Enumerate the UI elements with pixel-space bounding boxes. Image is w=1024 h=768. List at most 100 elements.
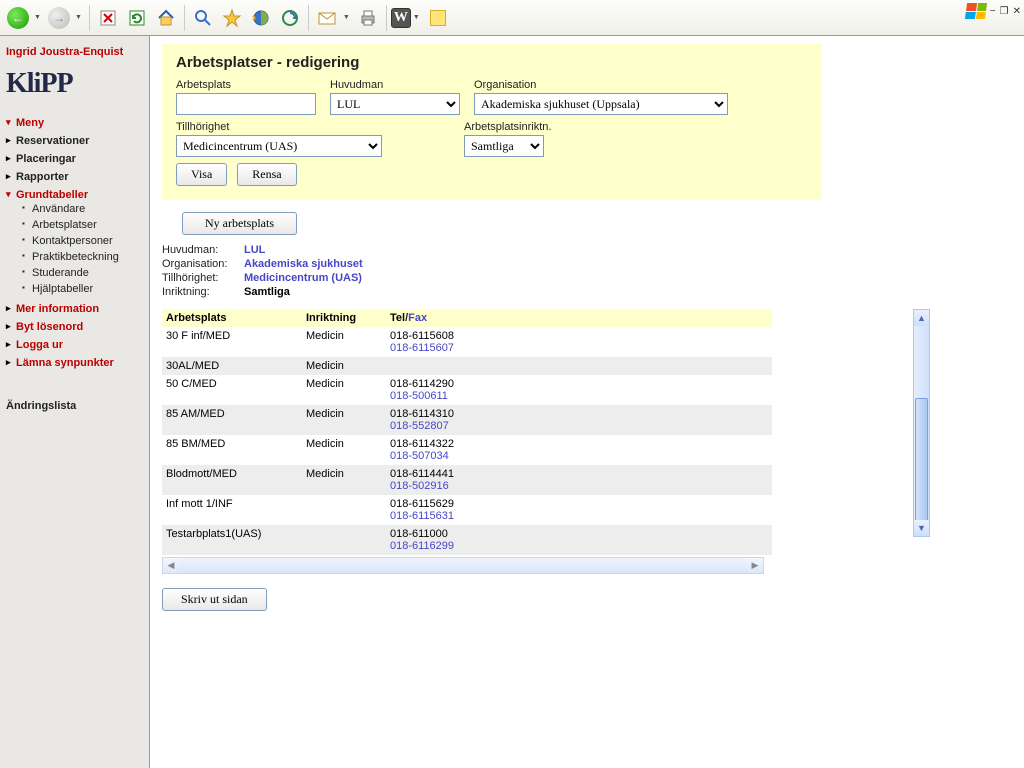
table-row[interactable]: Blodmott/MEDMedicin018-6114441018-502916 bbox=[162, 465, 772, 495]
info-organisation-val: Akademiska sjukhuset bbox=[244, 258, 363, 270]
cell-arbetsplats: Inf mott 1/INF bbox=[162, 495, 302, 525]
edit-panel: Arbetsplatser - redigering Arbetsplats H… bbox=[162, 44, 822, 200]
table-row[interactable]: Inf mott 1/INF018-6115629018-6115631 bbox=[162, 495, 772, 525]
nav-rapporter[interactable]: Rapporter bbox=[6, 168, 143, 186]
cell-inriktning: Medicin bbox=[302, 465, 386, 495]
arbetsplats-label: Arbetsplats bbox=[176, 79, 316, 91]
nav-hjalptabeller[interactable]: Hjälptabeller bbox=[22, 281, 143, 297]
fax-link[interactable]: 018-6115631 bbox=[390, 510, 466, 522]
scroll-left-icon[interactable]: ◀ bbox=[163, 558, 179, 573]
fax-link[interactable]: 018-500611 bbox=[390, 390, 466, 402]
nav-lamna-synpunkter[interactable]: Lämna synpunkter bbox=[6, 354, 143, 372]
rensa-button[interactable]: Rensa bbox=[237, 163, 296, 186]
horizontal-scrollbar[interactable]: ◀ ▶ bbox=[162, 557, 764, 574]
col-arbetsplats: Arbetsplats bbox=[162, 309, 302, 327]
nav-mer-information[interactable]: Mer information bbox=[6, 300, 143, 318]
print-button[interactable] bbox=[354, 4, 382, 32]
nav-byt-losenord[interactable]: Byt lösenord bbox=[6, 318, 143, 336]
scroll-right-icon[interactable]: ▶ bbox=[747, 558, 763, 573]
current-user: Ingrid Joustra-Enquist bbox=[6, 46, 143, 58]
arbetsplats-table: Arbetsplats Inriktning Tel/Fax 30 F inf/… bbox=[162, 309, 772, 574]
cell-arbetsplats: 30 F inf/MED bbox=[162, 327, 302, 357]
back-button[interactable]: ← bbox=[4, 4, 32, 32]
nav-arbetsplatser[interactable]: Arbetsplatser bbox=[22, 217, 143, 233]
nav-reservationer[interactable]: Reservationer bbox=[6, 132, 143, 150]
history-button[interactable] bbox=[247, 4, 275, 32]
fax-link[interactable]: 018-6116299 bbox=[390, 540, 466, 552]
minimize-button[interactable]: − bbox=[990, 6, 996, 17]
restore-button[interactable]: ❐ bbox=[1000, 6, 1009, 17]
mail-dropdown-icon[interactable]: ▼ bbox=[343, 14, 350, 21]
visa-button[interactable]: Visa bbox=[176, 163, 227, 186]
info-organisation-lbl: Organisation: bbox=[162, 258, 244, 270]
table-row[interactable]: 30 F inf/MEDMedicin018-6115608018-611560… bbox=[162, 327, 772, 357]
organisation-select[interactable]: Akademiska sjukhuset (Uppsala) bbox=[474, 93, 728, 115]
forward-button[interactable]: → bbox=[45, 4, 73, 32]
close-button[interactable]: ✕ bbox=[1013, 6, 1021, 17]
scroll-thumb[interactable] bbox=[915, 398, 928, 526]
forward-dropdown-icon[interactable]: ▼ bbox=[75, 14, 82, 21]
nav-placeringar[interactable]: Placeringar bbox=[6, 150, 143, 168]
word-button[interactable]: W bbox=[391, 8, 411, 28]
favorites-button[interactable] bbox=[218, 4, 246, 32]
fax-link[interactable]: 018-552807 bbox=[390, 420, 466, 432]
note-button[interactable] bbox=[424, 4, 452, 32]
mail-button[interactable] bbox=[313, 4, 341, 32]
info-tillhorighet-lbl: Tillhörighet: bbox=[162, 272, 244, 284]
nav-kontaktpersoner[interactable]: Kontaktpersoner bbox=[22, 233, 143, 249]
cell-inriktning: Medicin bbox=[302, 327, 386, 357]
home-button[interactable] bbox=[152, 4, 180, 32]
table-row[interactable]: 30AL/MEDMedicin bbox=[162, 357, 772, 375]
word-dropdown-icon[interactable]: ▼ bbox=[413, 14, 420, 21]
table-row[interactable]: 50 C/MEDMedicin018-6114290018-500611 bbox=[162, 375, 772, 405]
info-huvudman-lbl: Huvudman: bbox=[162, 244, 244, 256]
inriktn-select[interactable]: Samtliga bbox=[464, 135, 544, 157]
scroll-down-icon[interactable]: ▼ bbox=[914, 520, 929, 536]
fax-link[interactable]: 018-502916 bbox=[390, 480, 466, 492]
separator-icon bbox=[184, 5, 185, 31]
changelog-link[interactable]: Ändringslista bbox=[6, 400, 143, 412]
refresh-button[interactable] bbox=[123, 4, 151, 32]
nav-studerande[interactable]: Studerande bbox=[22, 265, 143, 281]
cell-inriktning: Medicin bbox=[302, 357, 386, 375]
ny-arbetsplats-button[interactable]: Ny arbetsplats bbox=[182, 212, 297, 235]
cell-inriktning bbox=[302, 525, 386, 555]
nav-logga-ur[interactable]: Logga ur bbox=[6, 336, 143, 354]
cell-inriktning: Medicin bbox=[302, 435, 386, 465]
window-controls: − ❐ ✕ bbox=[966, 3, 1021, 19]
arbetsplats-input[interactable] bbox=[176, 93, 316, 115]
nav-praktikbeteckning[interactable]: Praktikbeteckning bbox=[22, 249, 143, 265]
fax-link[interactable]: 018-507034 bbox=[390, 450, 466, 462]
tillhorighet-label: Tillhörighet bbox=[176, 121, 382, 133]
cell-tel-fax: 018-611000018-6116299 bbox=[386, 525, 470, 555]
nav-meny[interactable]: Meny bbox=[6, 114, 143, 132]
nav-menu: Meny Reservationer Placeringar Rapporter… bbox=[6, 114, 143, 372]
page-title: Arbetsplatser - redigering bbox=[176, 54, 808, 71]
stop-button[interactable] bbox=[94, 4, 122, 32]
cell-arbetsplats: 50 C/MED bbox=[162, 375, 302, 405]
cell-tel-fax bbox=[386, 357, 470, 375]
sync-button[interactable] bbox=[276, 4, 304, 32]
table-row[interactable]: Testarbplats1(UAS)018-611000018-6116299 bbox=[162, 525, 772, 555]
info-huvudman-val: LUL bbox=[244, 244, 265, 256]
vertical-scrollbar[interactable]: ▲ ▼ bbox=[913, 309, 930, 537]
huvudman-label: Huvudman bbox=[330, 79, 460, 91]
fax-header-link[interactable]: Fax bbox=[408, 312, 427, 324]
organisation-label: Organisation bbox=[474, 79, 728, 91]
fax-link[interactable]: 018-6115607 bbox=[390, 342, 466, 354]
cell-tel-fax: 018-6114441018-502916 bbox=[386, 465, 470, 495]
search-button[interactable] bbox=[189, 4, 217, 32]
huvudman-select[interactable]: LUL bbox=[330, 93, 460, 115]
separator-icon bbox=[308, 5, 309, 31]
tillhorighet-select[interactable]: Medicincentrum (UAS) bbox=[176, 135, 382, 157]
table-row[interactable]: 85 AM/MEDMedicin018-6114310018-552807 bbox=[162, 405, 772, 435]
print-page-button[interactable]: Skriv ut sidan bbox=[162, 588, 267, 611]
table-row[interactable]: 85 BM/MEDMedicin018-6114322018-507034 bbox=[162, 435, 772, 465]
separator-icon bbox=[89, 5, 90, 31]
nav-grundtabeller[interactable]: Grundtabeller Användare Arbetsplatser Ko… bbox=[6, 186, 143, 300]
cell-tel-fax: 018-6115608018-6115607 bbox=[386, 327, 470, 357]
scroll-up-icon[interactable]: ▲ bbox=[914, 310, 929, 326]
info-inriktning-val: Samtliga bbox=[244, 286, 290, 298]
nav-anvandare[interactable]: Användare bbox=[22, 201, 143, 217]
back-dropdown-icon[interactable]: ▼ bbox=[34, 14, 41, 21]
